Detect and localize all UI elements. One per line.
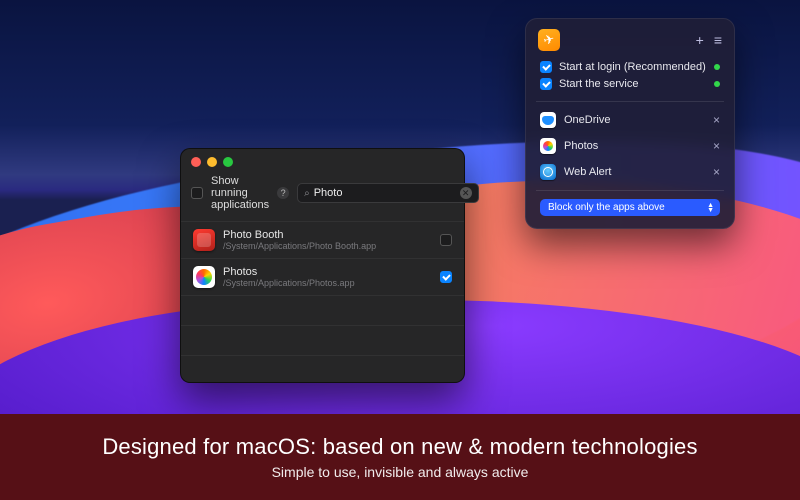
blocked-app-name: Web Alert — [564, 166, 612, 178]
app-brand-icon — [538, 29, 560, 51]
help-icon[interactable]: ? — [277, 187, 289, 199]
web-alert-icon — [540, 164, 556, 180]
subline: Simple to use, invisible and always acti… — [272, 464, 529, 480]
start-at-login-label: Start at login (Recommended) — [559, 61, 706, 73]
chevron-up-down-icon: ▲▼ — [707, 203, 714, 213]
blocked-app-row: Web Alert × — [526, 159, 734, 185]
list-item[interactable]: Photos /System/Applications/Photos.app — [181, 258, 464, 295]
select-app-checkbox[interactable] — [440, 234, 452, 246]
block-mode-select[interactable]: Block only the apps above ▲▼ — [540, 199, 720, 216]
window-traffic-lights — [181, 149, 464, 167]
separator — [536, 190, 724, 191]
app-list: Photo Booth /System/Applications/Photo B… — [181, 221, 464, 382]
menu-popover: + ≡ Start at login (Recommended) Start t… — [525, 18, 735, 229]
marketing-caption: Designed for macOS: based on new & moder… — [0, 414, 800, 500]
block-mode-label: Block only the apps above — [548, 202, 665, 213]
show-running-label: Show running applications — [211, 175, 269, 211]
add-icon[interactable]: + — [696, 32, 704, 48]
app-path: /System/Applications/Photos.app — [223, 278, 355, 288]
app-chooser-window: Show running applications ? ⌕ ✕ Photo Bo… — [180, 148, 465, 383]
status-dot-icon — [714, 81, 720, 87]
blocked-app-name: Photos — [564, 140, 598, 152]
maximize-icon[interactable] — [223, 157, 233, 167]
start-at-login-checkbox[interactable] — [540, 61, 552, 73]
status-dot-icon — [714, 64, 720, 70]
start-service-checkbox[interactable] — [540, 78, 552, 90]
photo-booth-icon — [193, 229, 215, 251]
blocked-app-row: Photos × — [526, 133, 734, 159]
list-item[interactable]: Photo Booth /System/Applications/Photo B… — [181, 221, 464, 258]
menu-icon[interactable]: ≡ — [714, 32, 722, 48]
remove-app-icon[interactable]: × — [713, 139, 720, 153]
photos-icon — [540, 138, 556, 154]
remove-app-icon[interactable]: × — [713, 113, 720, 127]
blocked-app-name: OneDrive — [564, 114, 610, 126]
search-field[interactable]: ⌕ ✕ — [297, 183, 479, 203]
headline: Designed for macOS: based on new & moder… — [102, 434, 697, 460]
minimize-icon[interactable] — [207, 157, 217, 167]
onedrive-icon — [540, 112, 556, 128]
show-running-checkbox[interactable] — [191, 187, 203, 199]
search-icon: ⌕ — [304, 188, 310, 199]
select-app-checkbox[interactable] — [440, 271, 452, 283]
search-input[interactable] — [314, 187, 456, 199]
clear-search-icon[interactable]: ✕ — [460, 187, 472, 199]
list-item — [181, 325, 464, 355]
list-item — [181, 355, 464, 382]
start-service-label: Start the service — [559, 78, 638, 90]
remove-app-icon[interactable]: × — [713, 165, 720, 179]
close-icon[interactable] — [191, 157, 201, 167]
list-item — [181, 295, 464, 325]
app-path: /System/Applications/Photo Booth.app — [223, 241, 376, 251]
photos-icon — [193, 266, 215, 288]
separator — [536, 101, 724, 102]
app-name: Photo Booth — [223, 229, 376, 241]
app-name: Photos — [223, 266, 355, 278]
blocked-app-row: OneDrive × — [526, 107, 734, 133]
